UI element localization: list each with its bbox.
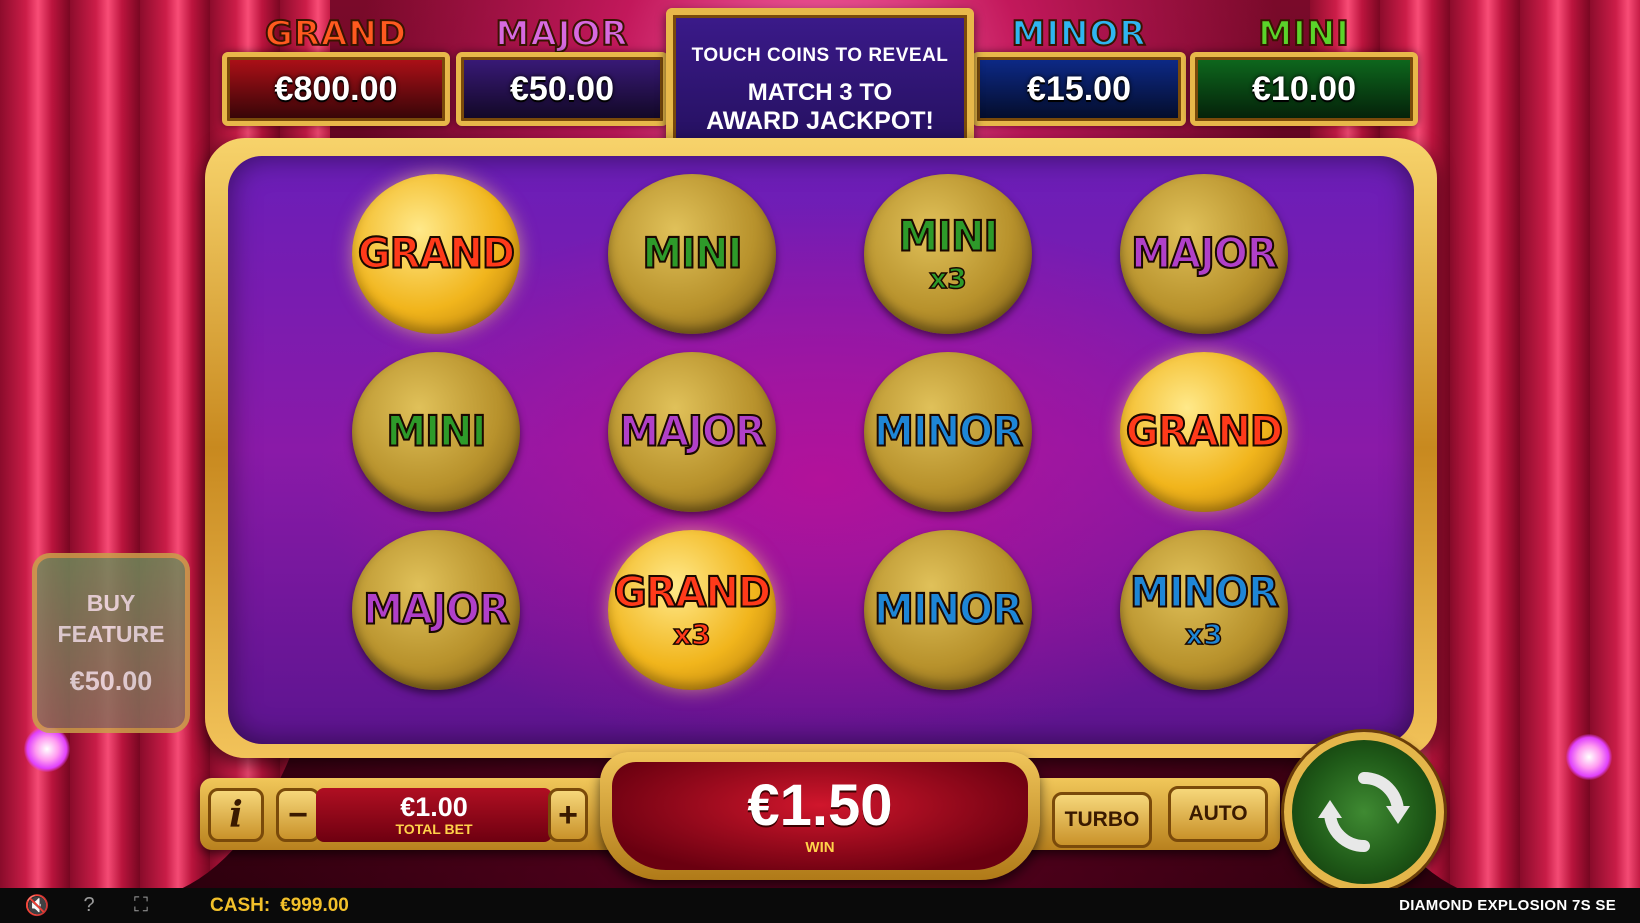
game-title: DIAMOND EXPLOSION 7S SE xyxy=(1399,897,1616,914)
jackpot-grand-title: GRAND xyxy=(264,13,408,55)
coin-multiplier: x3 xyxy=(928,261,967,296)
jackpot-grand: GRAND €800.00 xyxy=(222,8,450,126)
banner-line-1: TOUCH COINS TO REVEAL xyxy=(691,45,949,66)
coin-mini[interactable]: MINI xyxy=(608,174,776,334)
auto-button[interactable]: AUTO xyxy=(1168,786,1268,842)
info-button[interactable]: i xyxy=(208,788,264,842)
coin-grand[interactable]: GRAND xyxy=(352,174,520,334)
coin-label: MINOR xyxy=(1129,567,1280,617)
coin-label: MAJOR xyxy=(618,407,766,457)
coin-label: MAJOR xyxy=(1130,229,1278,279)
jackpot-minor-box: €15.00 xyxy=(972,52,1186,126)
total-bet-display: €1.00 TOTAL BET xyxy=(316,788,552,842)
coin-label: MINI xyxy=(385,407,487,457)
coin-minor[interactable]: MINOR xyxy=(864,352,1032,512)
coin-label: MINI xyxy=(897,211,999,261)
total-bet-value: €1.00 xyxy=(400,792,468,822)
cash-value: €999.00 xyxy=(280,894,349,916)
help-icon[interactable]: ? xyxy=(74,894,104,917)
jackpot-mini-value: €10.00 xyxy=(1252,69,1356,108)
coin-multiplier: x3 xyxy=(1184,617,1223,652)
bet-increase-button[interactable]: + xyxy=(548,788,588,842)
coin-grand[interactable]: GRAND xyxy=(1120,352,1288,512)
banner-line-2: MATCH 3 TO xyxy=(747,79,893,106)
win-label: WIN xyxy=(805,839,835,856)
win-value: €1.50 xyxy=(747,773,893,838)
jackpot-major-value: €50.00 xyxy=(510,69,614,108)
coin-label: GRAND xyxy=(357,229,516,279)
instructions-banner: TOUCH COINS TO REVEAL MATCH 3 TO AWARD J… xyxy=(666,8,974,158)
coin-major[interactable]: MAJOR xyxy=(1120,174,1288,334)
jackpot-major: MAJOR €50.00 xyxy=(456,8,668,126)
status-footer: 🔇 ? ⛶ CASH: €999.00 DIAMOND EXPLOSION 7S… xyxy=(0,888,1640,923)
jackpot-grand-value: €800.00 xyxy=(274,69,398,108)
turbo-button[interactable]: TURBO xyxy=(1052,792,1152,848)
jackpot-major-title: MAJOR xyxy=(495,13,629,55)
coin-label: MAJOR xyxy=(362,585,510,635)
bet-decrease-button[interactable]: − xyxy=(276,788,320,842)
coin-label: MINOR xyxy=(873,407,1024,457)
jackpot-minor-title: MINOR xyxy=(1010,13,1147,55)
buy-feature-price: €50.00 xyxy=(69,666,153,696)
coin-label: GRAND xyxy=(613,567,772,617)
jackpot-minor: MINOR €15.00 xyxy=(972,8,1186,126)
total-bet-label: TOTAL BET xyxy=(395,821,473,837)
coin-major[interactable]: MAJOR xyxy=(608,352,776,512)
coin-mini[interactable]: MINI xyxy=(352,352,520,512)
buy-feature-line-2: FEATURE xyxy=(57,621,165,647)
coin-major[interactable]: MAJOR xyxy=(352,530,520,690)
coin-grand[interactable]: GRAND x3 xyxy=(608,530,776,690)
coin-minor[interactable]: MINOR x3 xyxy=(1120,530,1288,690)
spin-button[interactable] xyxy=(1284,732,1444,892)
coin-minor[interactable]: MINOR xyxy=(864,530,1032,690)
jackpot-major-box: €50.00 xyxy=(456,52,668,126)
cash-label: CASH: xyxy=(210,894,271,916)
coin-label: MINOR xyxy=(873,585,1024,635)
buy-feature-button[interactable]: BUY FEATURE €50.00 xyxy=(32,553,190,733)
jackpot-mini-box: €10.00 xyxy=(1190,52,1418,126)
jackpot-grand-box: €800.00 xyxy=(222,52,450,126)
fullscreen-icon[interactable]: ⛶ xyxy=(126,894,156,917)
stage-light-right xyxy=(1566,734,1612,780)
jackpot-mini: MINI €10.00 xyxy=(1190,8,1418,126)
jackpot-minor-value: €15.00 xyxy=(1027,69,1131,108)
refresh-arrows-icon xyxy=(1318,772,1410,852)
win-display: €1.50 WIN xyxy=(612,762,1028,870)
mute-icon[interactable]: 🔇 xyxy=(22,893,52,918)
buy-feature-line-1: BUY xyxy=(86,590,136,616)
coin-mini[interactable]: MINI x3 xyxy=(864,174,1032,334)
coin-label: MINI xyxy=(641,229,743,279)
jackpot-mini-title: MINI xyxy=(1257,13,1350,55)
banner-line-3: AWARD JACKPOT! xyxy=(706,107,934,135)
coin-multiplier: x3 xyxy=(672,617,711,652)
coin-label: GRAND xyxy=(1125,407,1284,457)
